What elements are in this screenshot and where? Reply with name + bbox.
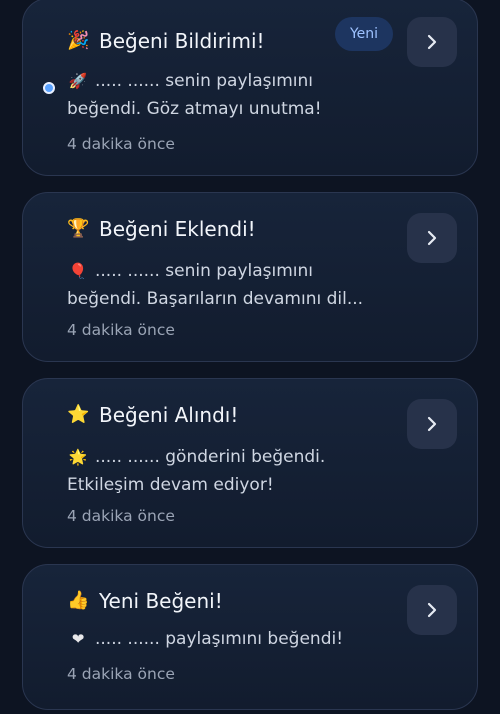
notification-message: ..... ...... senin paylaşımını beğendi. … — [67, 71, 322, 119]
notification-message: ..... ...... gönderini beğendi. Etkileşi… — [67, 447, 326, 495]
notification-message: ..... ...... senin paylaşımını beğendi. … — [67, 261, 364, 309]
notification-message: ..... ...... paylaşımını beğendi! — [95, 629, 344, 649]
star-icon: ⭐ — [67, 404, 90, 425]
notification-time: 4 dakika önce — [67, 321, 175, 339]
unread-indicator — [43, 82, 55, 94]
notification-card[interactable]: 🏆 Beğeni Eklendi! 🎈..... ...... senin pa… — [22, 192, 478, 362]
notification-card[interactable]: ⭐ Beğeni Alındı! 🌟..... ...... gönderini… — [22, 378, 478, 548]
notification-body: 🎈..... ...... senin paylaşımını beğendi.… — [67, 257, 367, 313]
trophy-icon: 🏆 — [67, 218, 90, 239]
notification-title: Yeni Beğeni! — [99, 589, 223, 613]
thumbs-up-icon: 👍 — [67, 590, 90, 611]
rocket-icon: 🚀 — [68, 72, 88, 90]
notification-card[interactable]: 🎉 Beğeni Bildirimi! Yeni 🚀..... ...... s… — [22, 0, 478, 176]
notification-body: 🌟..... ...... gönderini beğendi. Etkileş… — [67, 443, 367, 499]
chevron-right-icon — [427, 230, 437, 246]
notification-title: Beğeni Eklendi! — [99, 217, 256, 241]
notification-title: Beğeni Alındı! — [99, 403, 239, 427]
notification-body: 🚀..... ...... senin paylaşımını beğendi.… — [67, 67, 367, 123]
heart-icon: ❤ — [71, 630, 85, 648]
chevron-right-icon — [427, 602, 437, 618]
notification-time: 4 dakika önce — [67, 135, 175, 153]
notification-body: ❤ ..... ...... paylaşımını beğendi! — [67, 625, 397, 653]
open-notification-button[interactable] — [407, 399, 457, 449]
notification-card[interactable]: 👍 Yeni Beğeni! ❤ ..... ...... paylaşımını… — [22, 564, 478, 710]
notification-time: 4 dakika önce — [67, 507, 175, 525]
open-notification-button[interactable] — [407, 213, 457, 263]
new-badge: Yeni — [335, 17, 393, 51]
notification-title-row: ⭐ Beğeni Alındı! — [67, 403, 238, 427]
chevron-right-icon — [427, 416, 437, 432]
notification-list: 🎉 Beğeni Bildirimi! Yeni 🚀..... ...... s… — [0, 0, 500, 714]
notification-title: Beğeni Bildirimi! — [99, 29, 265, 53]
party-popper-icon: 🎉 — [67, 30, 90, 51]
chevron-right-icon — [427, 34, 437, 50]
notification-title-row: 🎉 Beğeni Bildirimi! — [67, 29, 265, 53]
open-notification-button[interactable] — [407, 17, 457, 67]
notification-title-row: 🏆 Beğeni Eklendi! — [67, 217, 256, 241]
glowing-star-icon: 🌟 — [68, 448, 88, 466]
open-notification-button[interactable] — [407, 585, 457, 635]
notification-title-row: 👍 Yeni Beğeni! — [67, 589, 223, 613]
balloon-icon: 🎈 — [68, 262, 88, 280]
notification-time: 4 dakika önce — [67, 665, 175, 683]
